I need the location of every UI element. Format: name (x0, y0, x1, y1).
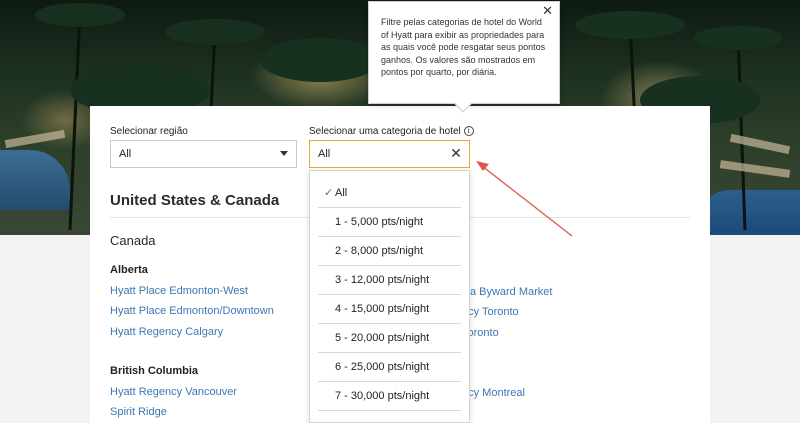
category-option[interactable]: 6 - 25,000 pts/night (318, 353, 461, 382)
region-heading-british-columbia: British Columbia (110, 365, 199, 377)
tooltip-text: Filtre pelas categorias de hotel do Worl… (381, 17, 546, 77)
category-option[interactable]: 4 - 15,000 pts/night (318, 295, 461, 324)
category-dropdown-list: ✓ All 1 - 5,000 pts/night 2 - 8,000 pts/… (309, 170, 470, 423)
category-info-tooltip: ✕ Filtre pelas categorias de hotel do Wo… (368, 1, 560, 113)
country-heading: Canada (110, 233, 156, 248)
hotel-link[interactable]: Hyatt Place Edmonton-West (110, 285, 248, 297)
category-select-value: All (318, 148, 331, 160)
section-title: United States & Canada (110, 192, 280, 209)
close-icon[interactable]: ✕ (449, 146, 463, 160)
region-heading-alberta: Alberta (110, 264, 148, 276)
region-select-value: All (119, 148, 132, 160)
chevron-down-icon (280, 151, 288, 156)
checkmark-icon: ✓ (324, 187, 334, 199)
hotel-link[interactable]: ncy Toronto (462, 306, 519, 318)
hotel-link[interactable]: Hyatt Regency Vancouver (110, 386, 237, 398)
close-icon[interactable]: ✕ (542, 4, 553, 18)
category-select[interactable]: All ✕ (309, 140, 470, 168)
hotel-link[interactable]: wa Byward Market (462, 286, 552, 298)
category-option[interactable]: ✓ All (318, 179, 461, 208)
hotel-link[interactable]: Hyatt Place Edmonton/Downtown (110, 305, 274, 317)
category-select-label: Selecionar uma categoria de hotel i (309, 126, 474, 137)
category-option[interactable]: 3 - 12,000 pts/night (318, 266, 461, 295)
hotel-link[interactable]: Hyatt Regency Calgary (110, 326, 223, 338)
category-option[interactable]: 7 - 30,000 pts/night (318, 382, 461, 411)
hotel-link[interactable]: Spirit Ridge (110, 406, 167, 418)
region-select[interactable]: All (110, 140, 297, 168)
category-option[interactable]: 1 - 5,000 pts/night (318, 208, 461, 237)
category-option[interactable]: 2 - 8,000 pts/night (318, 237, 461, 266)
region-select-label: Selecionar região (110, 126, 188, 137)
info-icon[interactable]: i (463, 126, 474, 137)
hotel-link[interactable]: ncy Montreal (462, 387, 525, 399)
category-option[interactable]: 5 - 20,000 pts/night (318, 324, 461, 353)
